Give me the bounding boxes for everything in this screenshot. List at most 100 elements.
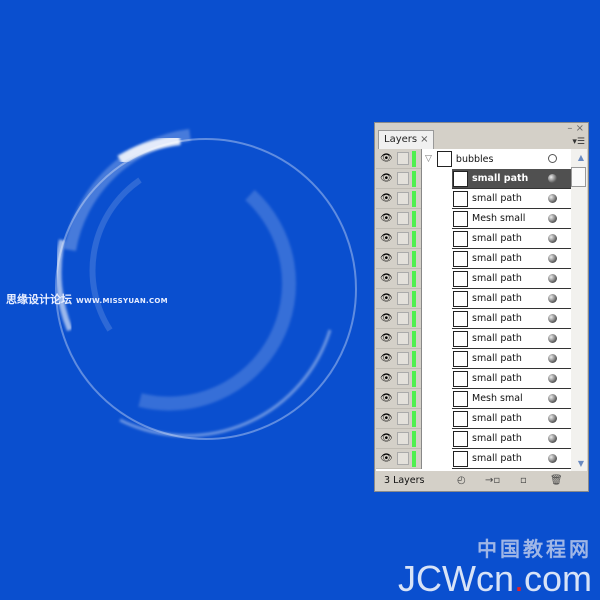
- lock-toggle[interactable]: [397, 352, 409, 365]
- lock-toggle[interactable]: [397, 452, 409, 465]
- lock-toggle[interactable]: [397, 152, 409, 165]
- target-icon[interactable]: [548, 174, 557, 183]
- tab-layers[interactable]: Layers ×: [378, 130, 435, 150]
- scrollbar[interactable]: ▲ ▼: [571, 149, 587, 471]
- layer-name: small path: [472, 413, 522, 424]
- layer-color-swatch: [412, 351, 416, 367]
- target-icon[interactable]: [548, 214, 557, 223]
- target-icon[interactable]: [548, 394, 557, 403]
- eye-icon[interactable]: 👁: [380, 433, 393, 445]
- layer-thumbnail: [453, 450, 468, 467]
- eye-icon[interactable]: 👁: [380, 253, 393, 265]
- layer-row[interactable]: 👁 small path: [376, 169, 587, 189]
- scroll-up-icon[interactable]: ▲: [578, 153, 584, 162]
- layer-row[interactable]: 👁 Mesh small: [376, 209, 587, 229]
- layer-row[interactable]: 👁 Mesh smal: [376, 389, 587, 409]
- scroll-down-icon[interactable]: ▼: [578, 459, 584, 468]
- target-icon[interactable]: [548, 314, 557, 323]
- lock-toggle[interactable]: [397, 332, 409, 345]
- target-icon[interactable]: [548, 194, 557, 203]
- layer-color-swatch: [412, 151, 416, 167]
- panel-menu-icon[interactable]: ▾☰: [572, 137, 585, 147]
- target-icon[interactable]: [548, 354, 557, 363]
- target-icon[interactable]: [548, 334, 557, 343]
- make-clipping-mask-icon[interactable]: ◴: [457, 471, 466, 491]
- layer-thumbnail: [453, 290, 468, 307]
- layer-thumbnail: [453, 170, 468, 187]
- watermark-cn: 思缘设计论坛: [6, 293, 72, 306]
- eye-icon[interactable]: 👁: [380, 333, 393, 345]
- layer-name: Mesh smal: [472, 393, 523, 404]
- layer-row[interactable]: 👁 small path: [376, 289, 587, 309]
- layer-row-bubbles[interactable]: 👁 ▽ bubbles: [376, 149, 587, 169]
- layer-row[interactable]: 👁 small path: [376, 249, 587, 269]
- layer-row[interactable]: 👁 small path: [376, 269, 587, 289]
- target-icon[interactable]: [548, 234, 557, 243]
- target-icon[interactable]: [548, 454, 557, 463]
- lock-toggle[interactable]: [397, 432, 409, 445]
- minimize-button[interactable]: –: [567, 123, 572, 134]
- eye-icon[interactable]: 👁: [380, 173, 393, 185]
- eye-icon[interactable]: 👁: [380, 313, 393, 325]
- expand-triangle-icon[interactable]: ▽: [425, 154, 432, 164]
- eye-icon[interactable]: 👁: [380, 233, 393, 245]
- target-icon[interactable]: [548, 434, 557, 443]
- lock-toggle[interactable]: [397, 192, 409, 205]
- new-layer-icon[interactable]: ▫: [520, 471, 527, 491]
- eye-icon[interactable]: 👁: [380, 453, 393, 465]
- eye-icon[interactable]: 👁: [380, 293, 393, 305]
- layer-row[interactable]: 👁 small path: [376, 189, 587, 209]
- trash-icon[interactable]: 🗑: [550, 471, 563, 491]
- eye-icon[interactable]: 👁: [380, 273, 393, 285]
- lock-toggle[interactable]: [397, 252, 409, 265]
- layer-name: small path: [472, 253, 522, 264]
- eye-icon[interactable]: 👁: [380, 413, 393, 425]
- target-icon[interactable]: [548, 374, 557, 383]
- layer-count: 3 Layers: [384, 475, 425, 486]
- scroll-thumb[interactable]: [571, 167, 586, 187]
- layer-name: bubbles: [455, 153, 494, 165]
- layer-row[interactable]: 👁 small path: [376, 429, 587, 449]
- eye-icon[interactable]: 👁: [380, 213, 393, 225]
- tab-close-icon[interactable]: ×: [420, 134, 428, 145]
- layer-row[interactable]: 👁 small path: [376, 409, 587, 429]
- layer-row[interactable]: 👁 small path: [376, 329, 587, 349]
- layer-name: small path: [472, 453, 522, 464]
- layer-row[interactable]: 👁 small path: [376, 309, 587, 329]
- layer-thumbnail: [453, 210, 468, 227]
- layer-row[interactable]: 👁 small path: [376, 349, 587, 369]
- layer-thumbnail: [453, 430, 468, 447]
- target-icon[interactable]: [548, 274, 557, 283]
- layer-color-swatch: [412, 231, 416, 247]
- layer-row[interactable]: 👁 small path: [376, 449, 587, 469]
- lock-toggle[interactable]: [397, 392, 409, 405]
- eye-icon[interactable]: 👁: [380, 193, 393, 205]
- lock-toggle[interactable]: [397, 372, 409, 385]
- layers-list: 👁 ▽ bubbles 👁 small path 👁 small path 👁 Mesh s…: [376, 149, 587, 471]
- target-icon[interactable]: [548, 294, 557, 303]
- layer-color-swatch: [412, 371, 416, 387]
- eye-icon[interactable]: 👁: [380, 373, 393, 385]
- layer-color-swatch: [412, 451, 416, 467]
- lock-toggle[interactable]: [397, 272, 409, 285]
- layer-row[interactable]: 👁 small path: [376, 229, 587, 249]
- lock-toggle[interactable]: [397, 292, 409, 305]
- layer-name: small path: [472, 293, 522, 304]
- lock-toggle[interactable]: [397, 312, 409, 325]
- lock-toggle[interactable]: [397, 232, 409, 245]
- close-button[interactable]: ×: [576, 123, 584, 134]
- target-icon[interactable]: [548, 414, 557, 423]
- target-icon[interactable]: [548, 254, 557, 263]
- lock-toggle[interactable]: [397, 412, 409, 425]
- eye-icon[interactable]: 👁: [380, 153, 393, 165]
- watermark-url: WWW.MISSYUAN.COM: [76, 297, 168, 305]
- eye-icon[interactable]: 👁: [380, 353, 393, 365]
- eye-icon[interactable]: 👁: [380, 393, 393, 405]
- lock-toggle[interactable]: [397, 172, 409, 185]
- layer-name: Mesh small: [472, 213, 526, 224]
- lock-toggle[interactable]: [397, 212, 409, 225]
- layer-row[interactable]: 👁 small path: [376, 369, 587, 389]
- layer-thumbnail: [453, 230, 468, 247]
- target-icon[interactable]: [548, 154, 557, 163]
- create-sublayer-icon[interactable]: →▫: [485, 471, 500, 491]
